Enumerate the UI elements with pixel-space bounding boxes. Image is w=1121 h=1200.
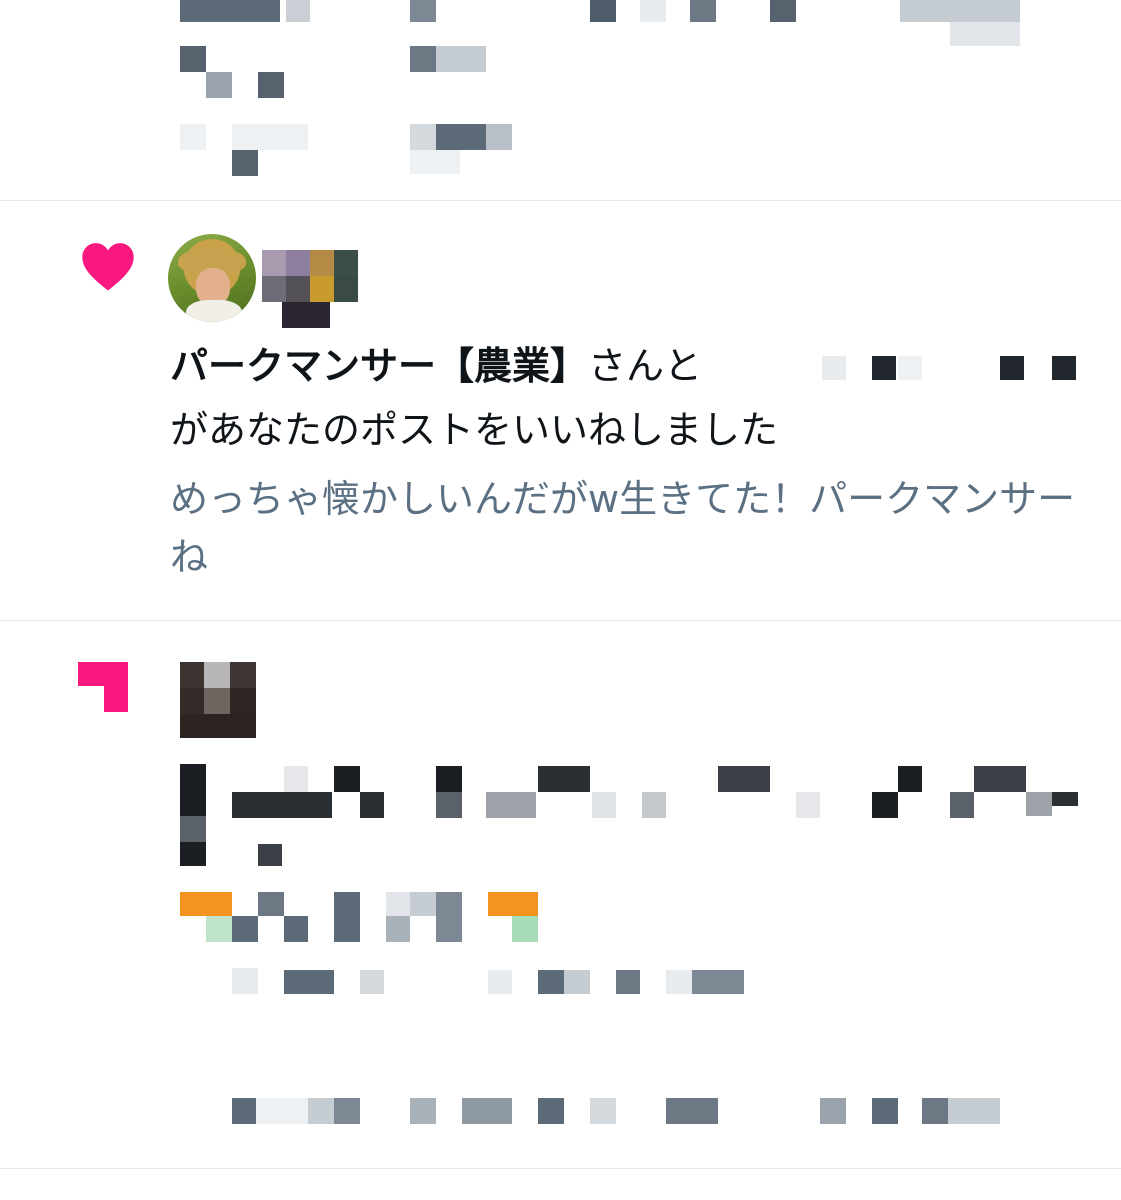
- censored-block: [256, 1098, 308, 1124]
- censored-block: [180, 662, 204, 688]
- censored-block: [592, 792, 616, 818]
- actor-name[interactable]: パークマンサー【農業】: [170, 344, 588, 388]
- censored-block: [206, 916, 232, 942]
- censored-block: [512, 916, 538, 942]
- censored-block: [1052, 792, 1078, 806]
- censored-block: [718, 766, 770, 792]
- censored-block: [1026, 792, 1052, 816]
- censored-block: [334, 766, 360, 792]
- censored-block: [204, 662, 230, 688]
- censored-block: [334, 892, 360, 942]
- censored-block: [642, 792, 666, 818]
- censored-block: [898, 766, 922, 792]
- censored-block: [410, 1098, 436, 1124]
- avatar-redacted[interactable]: [262, 250, 358, 328]
- avatar[interactable]: [168, 234, 256, 322]
- censored-block: [262, 250, 286, 276]
- pink-corner-icon: [78, 662, 128, 712]
- censored-block: [232, 916, 258, 942]
- censored-block: [386, 916, 410, 942]
- censored-block: [334, 276, 358, 302]
- censored-block: [436, 892, 462, 942]
- censored-block: [386, 892, 410, 916]
- divider: [0, 1168, 1121, 1169]
- censored-block: [488, 892, 538, 916]
- censored-block: [872, 356, 896, 380]
- censored-block: [360, 792, 384, 818]
- censored-block: [1000, 356, 1024, 380]
- censored-block: [616, 970, 640, 994]
- censored-block: [232, 792, 332, 818]
- censored-block: [230, 688, 256, 714]
- censored-block: [564, 970, 590, 994]
- censored-block: [180, 714, 256, 738]
- censored-block: [310, 276, 334, 302]
- censored-block: [488, 970, 512, 994]
- censored-block: [796, 792, 820, 818]
- censored-block: [286, 250, 310, 276]
- heart-icon: [82, 243, 134, 291]
- censored-block: [538, 766, 590, 792]
- censored-block: [284, 766, 308, 792]
- censored-block: [286, 276, 310, 302]
- actor-suffix: さんと: [588, 344, 703, 388]
- censored-block: [872, 1098, 898, 1124]
- censored-block: [538, 1098, 564, 1124]
- censored-block: [284, 916, 308, 942]
- censored-block: [258, 892, 284, 916]
- censored-block: [974, 766, 1026, 792]
- censored-block: [822, 356, 846, 380]
- censored-block: [692, 970, 744, 994]
- censored-block: [308, 1098, 334, 1124]
- censored-block: [334, 1098, 360, 1124]
- censored-block: [898, 356, 922, 380]
- notifications-feed: パークマンサー【農業】さんと があなたのポストをいいねしました めっちゃ懐かしい…: [0, 0, 1121, 1200]
- censored-block: [590, 1098, 616, 1124]
- post-preview[interactable]: めっちゃ懐かしいんだがw生きてた！パークマンサーね: [170, 470, 1090, 586]
- censored-block: [538, 970, 564, 994]
- censored-block: [282, 302, 330, 328]
- censored-block: [462, 1098, 512, 1124]
- censored-block: [436, 792, 462, 818]
- notification-message: があなたのポストをいいねしました: [170, 408, 779, 452]
- censored-block: [232, 968, 258, 994]
- censored-block: [666, 970, 692, 994]
- censored-block: [410, 892, 436, 916]
- censored-block: [204, 688, 230, 714]
- censored-block: [1052, 356, 1076, 380]
- censored-block: [180, 816, 206, 842]
- censored-block: [666, 1098, 718, 1124]
- censored-block: [334, 250, 358, 276]
- censored-block: [486, 792, 536, 818]
- censored-block: [872, 792, 898, 818]
- notification-item-redacted-bottom[interactable]: [0, 620, 1121, 1168]
- censored-block: [950, 792, 974, 818]
- censored-block: [232, 1098, 256, 1124]
- censored-block: [180, 842, 206, 866]
- censored-block: [310, 250, 334, 276]
- censored-block: [180, 892, 232, 916]
- censored-block: [180, 688, 204, 714]
- censored-block: [820, 1098, 846, 1124]
- censored-block: [262, 276, 286, 302]
- censored-block: [230, 662, 256, 688]
- censored-block: [922, 1098, 948, 1124]
- censored-block: [360, 970, 384, 994]
- avatar-shirt: [186, 300, 242, 322]
- censored-block: [284, 970, 334, 994]
- censored-block: [258, 844, 282, 866]
- censored-block: [948, 1098, 1000, 1124]
- actor-line: パークマンサー【農業】さんと: [170, 340, 702, 392]
- notification-item-like[interactable]: パークマンサー【農業】さんと があなたのポストをいいねしました めっちゃ懐かしい…: [0, 0, 1121, 620]
- censored-block: [436, 766, 462, 792]
